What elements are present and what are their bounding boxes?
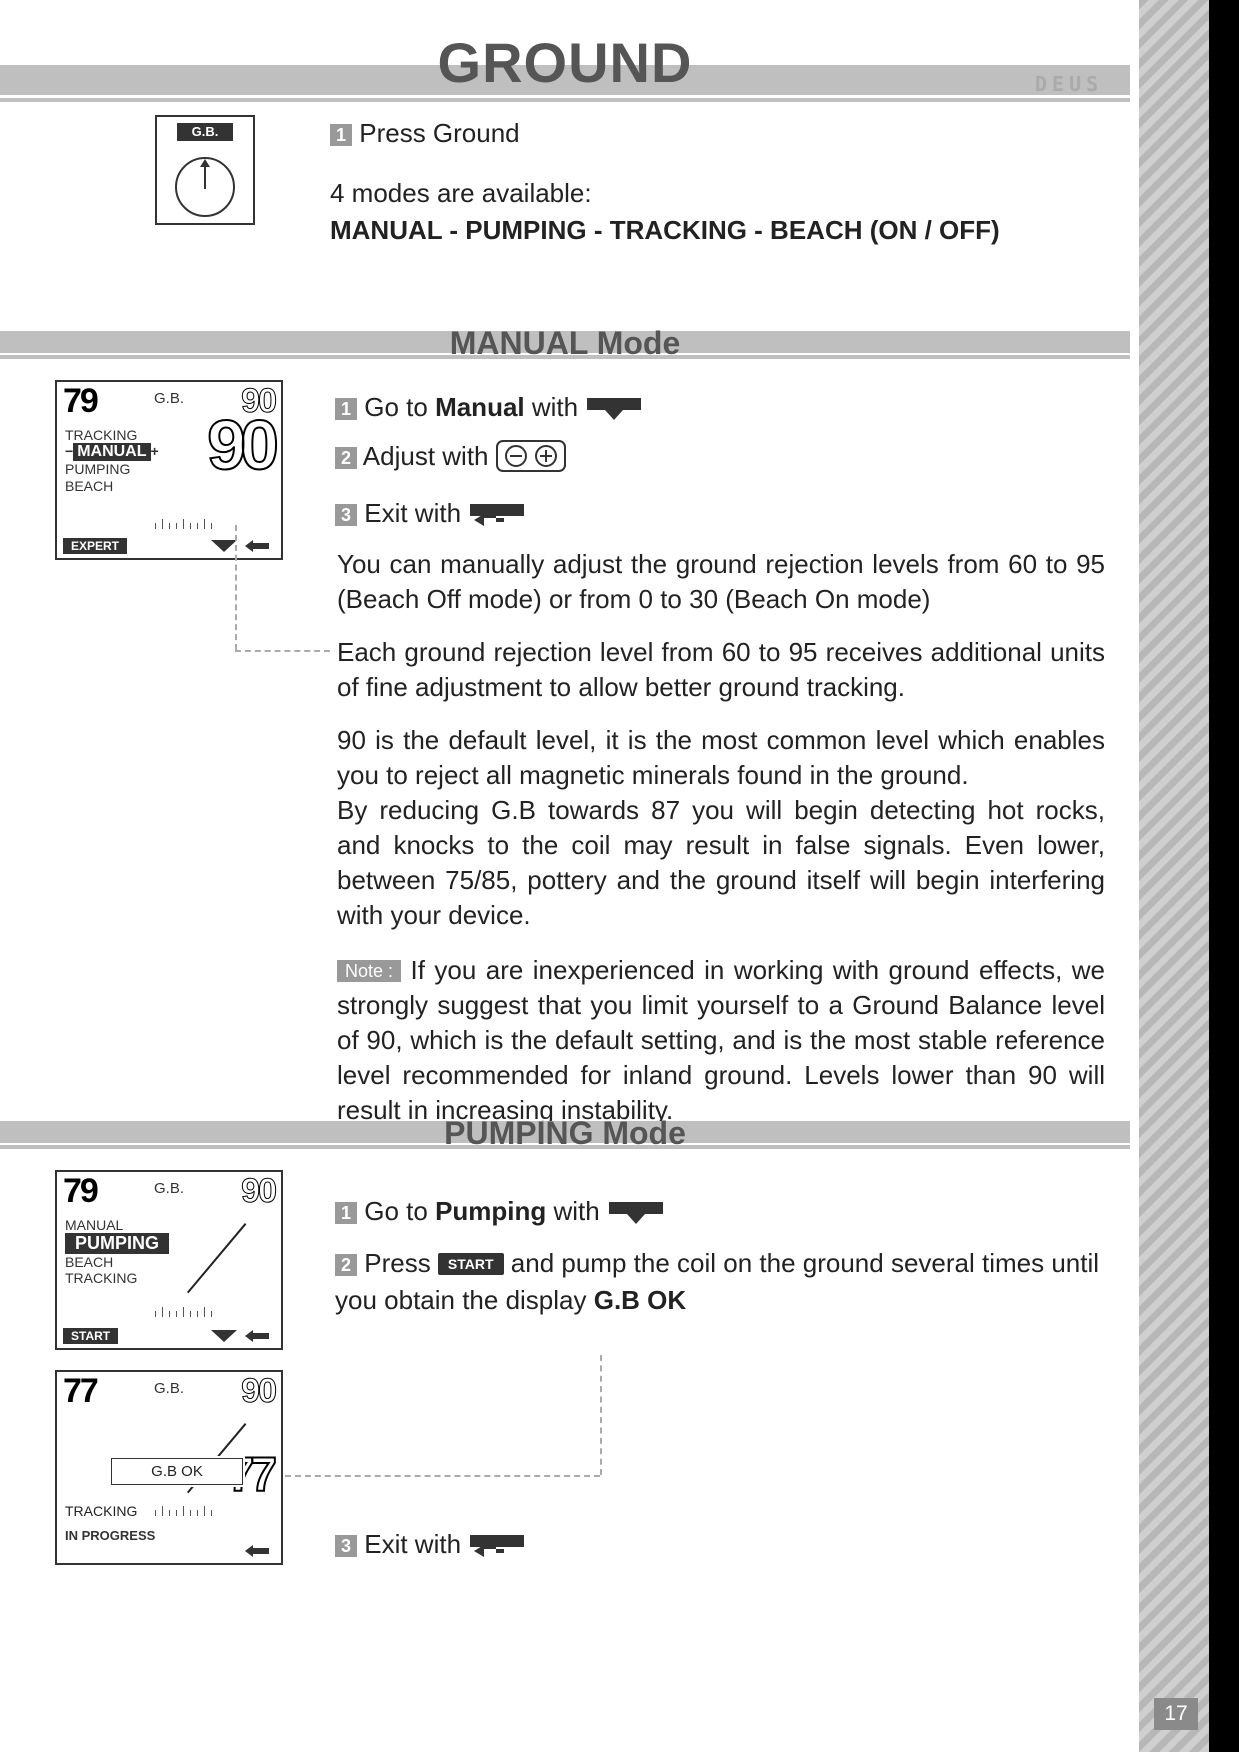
manual-step1-post: with <box>525 392 578 422</box>
manual-step1-bold: Manual <box>435 392 525 422</box>
manual-step1-num: 1 <box>335 398 357 420</box>
page-number: 17 <box>1154 1698 1198 1730</box>
note-label: Note : <box>337 960 401 982</box>
intro-block: 1 Press Ground 4 modes are available: MA… <box>330 115 1100 248</box>
manual-screen-gb-label: G.B. <box>97 384 241 407</box>
pumping-screen-2: 77 G.B. 90 M B 77 G.B OK TRACKING IN PRO… <box>55 1370 283 1565</box>
manual-step2-num: 2 <box>335 447 357 469</box>
manual-para-dashed: Each ground rejection level from 60 to 9… <box>337 635 1105 705</box>
note-text: If you are inexperienced in working with… <box>337 955 1105 1125</box>
back-arrow-icon <box>470 504 524 526</box>
manual-mode-heading: MANUAL Mode <box>0 325 1130 365</box>
pumping-step1-bold: Pumping <box>435 1196 546 1226</box>
p1-left-num: 79 <box>63 1174 97 1208</box>
minus-plus-icon <box>496 439 566 488</box>
dashed-connector-h <box>235 650 330 652</box>
manual-para1: You can manually adjust the ground rejec… <box>337 547 1105 617</box>
back-arrow-icon <box>470 1535 524 1557</box>
gb-screen-icon: G.B. <box>155 115 255 225</box>
pumping-step3-num: 3 <box>335 1535 357 1557</box>
back-icon <box>243 1328 273 1344</box>
gb-icon-label: G.B. <box>177 123 233 141</box>
step-number-1: 1 <box>330 124 352 146</box>
pumping-step2-bold: G.B OK <box>594 1285 686 1315</box>
nav-down-icon <box>609 1202 663 1224</box>
manual-step2-text: Adjust with <box>363 441 489 471</box>
down-icon <box>209 1328 239 1344</box>
manual-note: Note : If you are inexperienced in worki… <box>337 953 1105 1128</box>
manual-steps: 1 Go to Manual with 2 Adjust with 3 Exit… <box>335 383 1105 538</box>
pumping-step1-post: with <box>546 1196 599 1226</box>
manual-step3-num: 3 <box>335 504 357 526</box>
dashed-connector-v <box>235 525 237 650</box>
pumping-step1-pre: Go to <box>364 1196 435 1226</box>
intro-step1: Press Ground <box>359 118 519 148</box>
intro-modes-list: MANUAL - PUMPING - TRACKING - BEACH (ON … <box>330 212 1100 248</box>
p2-gb-label: G.B. <box>97 1374 241 1397</box>
pumping-step3-text: Exit with <box>364 1529 461 1559</box>
p1-menu-beach: BEACH <box>65 1254 169 1270</box>
p1-menu-pumping: PUMPING <box>65 1233 169 1254</box>
manual-menu-beach: BEACH <box>65 478 159 494</box>
p1-right-num: 90 <box>241 1174 275 1208</box>
p2-left-num: 77 <box>63 1374 97 1408</box>
p2-gb-ok: G.B OK <box>111 1458 243 1485</box>
pumping-steps: 1 Go to Pumping with 2 Press START and p… <box>335 1193 1105 1320</box>
back-icon <box>243 538 273 554</box>
back-icon <box>243 1543 273 1559</box>
p1-gb-label: G.B. <box>97 1174 241 1197</box>
p2-right-num: 90 <box>241 1374 275 1408</box>
pumping-step1-num: 1 <box>335 1202 357 1224</box>
manual-step1-pre: Go to <box>364 392 435 422</box>
manual-footer-expert: EXPERT <box>63 538 127 554</box>
side-black-bar <box>1209 0 1239 1752</box>
pumping-step3: 3 Exit with <box>335 1520 1105 1569</box>
pumping-step2-num: 2 <box>335 1254 357 1276</box>
nav-down-icon <box>587 398 641 420</box>
manual-screen-big-num: 90 <box>207 410 273 480</box>
p2-menu-tracking: TRACKING <box>65 1503 137 1519</box>
manual-menu-pumping: PUMPING <box>65 461 159 477</box>
start-button-label: START <box>438 1253 504 1275</box>
dashed-connector-v2 <box>600 1355 602 1475</box>
p1-menu-tracking: TRACKING <box>65 1270 169 1286</box>
manual-menu-manual: MANUAL <box>73 443 150 461</box>
manual-para2: 90 is the default level, it is the most … <box>337 723 1105 934</box>
p1-footer-start: START <box>63 1328 118 1344</box>
page-title: GROUND <box>0 30 1130 95</box>
pumping-mode-heading: PUMPING Mode <box>0 1115 1130 1155</box>
manual-screen-left-num: 79 <box>63 384 97 418</box>
manual-screen: 79 G.B. 90 90 TRACKING −MANUAL+ PUMPING … <box>55 380 283 560</box>
brand-logo: DEUS <box>1035 72 1103 96</box>
p1-menu-manual: MANUAL <box>65 1217 169 1233</box>
pumping-screen-1: 79 G.B. 90 MANUAL PUMPING BEACH TRACKING… <box>55 1170 283 1350</box>
manual-menu-tracking: TRACKING <box>65 427 159 443</box>
intro-modes-pre: 4 modes are available: <box>330 175 1100 211</box>
manual-step3-text: Exit with <box>364 498 461 528</box>
pumping-step2-pre: Press <box>364 1248 438 1278</box>
page-title-band: GROUND DEUS <box>0 30 1130 95</box>
side-gray-stripe <box>1139 0 1209 1752</box>
dashed-connector-h2 <box>285 1475 600 1477</box>
